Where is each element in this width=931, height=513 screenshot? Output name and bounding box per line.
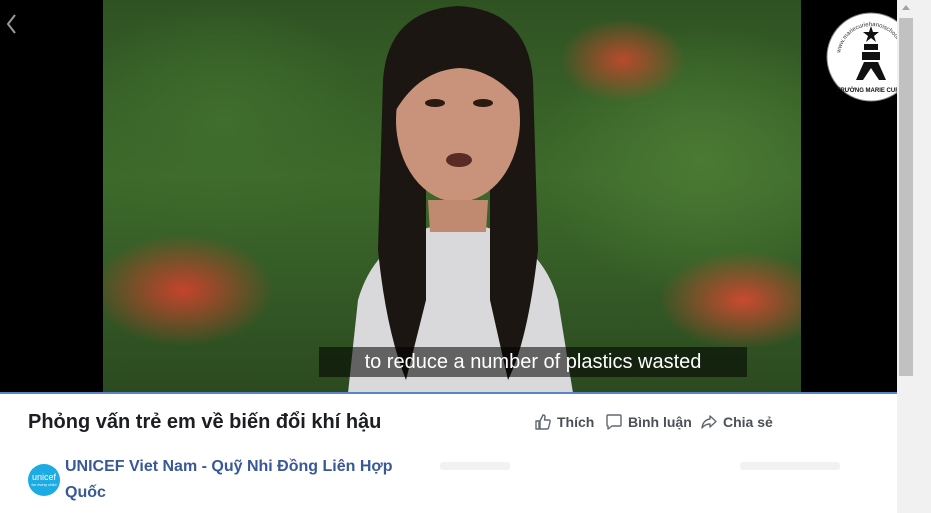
comment-label: Bình luận [628,414,692,430]
girl-speaking-image [348,6,573,393]
thumbs-up-icon [535,414,551,430]
like-button[interactable]: Thích [534,411,594,433]
like-label: Thích [557,414,595,430]
avatar-logo-text: unicef [31,472,57,482]
share-button[interactable]: Chia sẻ [700,411,773,433]
page-name-link[interactable]: UNICEF Viet Nam - Quỹ Nhi Đồng Liên Hợp … [65,454,425,506]
comment-button[interactable]: Bình luận [605,411,692,433]
school-logo-watermark: www.mariecuriehanoischool.com TRƯỜNG MAR… [826,12,897,102]
scrollbar-thumb[interactable] [899,18,913,376]
faded-placeholder [740,462,840,470]
video-frame[interactable]: to reduce a number of plastics wasted [103,0,801,393]
faded-placeholder [440,462,510,470]
comment-bubble-icon [606,414,622,430]
share-label: Chia sẻ [723,414,773,430]
caret-up-icon[interactable] [900,2,912,14]
video-subtitle: to reduce a number of plastics wasted [319,347,747,377]
chevron-left-icon[interactable] [4,12,18,36]
video-divider [0,392,897,394]
video-player[interactable]: to reduce a number of plastics wasted ww… [0,0,897,393]
share-arrow-icon [701,415,717,429]
unicef-avatar[interactable]: unicef for every child [28,464,60,496]
watermark-label: TRƯỜNG MARIE CURIE [837,86,897,94]
avatar-tagline: for every child [31,482,57,487]
video-title: Phỏng vấn trẻ em về biến đổi khí hậu [28,411,382,433]
